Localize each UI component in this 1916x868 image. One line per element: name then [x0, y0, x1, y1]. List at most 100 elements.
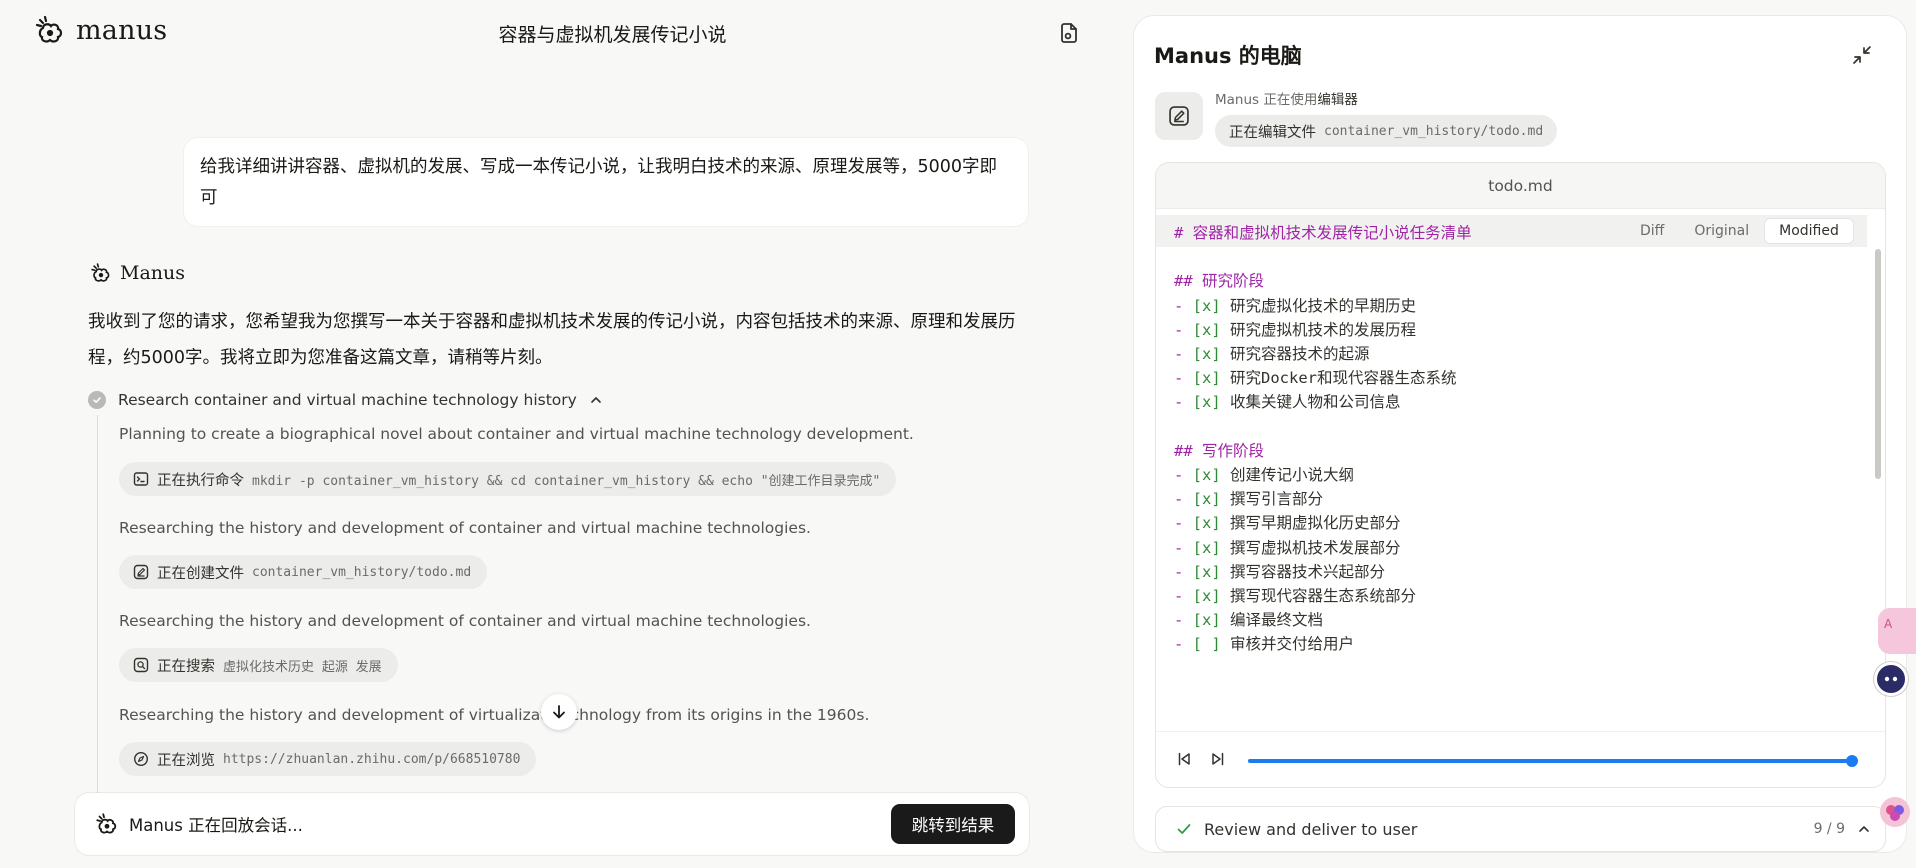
code-line-task: - [x] 创建传记小说大纲: [1174, 463, 1472, 487]
edit-icon: [1169, 106, 1189, 126]
task-text: 撰写容器技术兴起部分: [1230, 562, 1386, 581]
file-tab[interactable]: todo.md: [1156, 163, 1885, 209]
step-done-icon: [88, 391, 106, 409]
playback-controls: [1156, 731, 1885, 787]
code-line-task: - [x] 撰写容器技术兴起部分: [1174, 560, 1472, 584]
code-line-task: - [x] 撰写现代容器生态系统部分: [1174, 584, 1472, 608]
view-mode-modified[interactable]: Modified: [1765, 219, 1853, 243]
code-content: # 容器和虚拟机技术发展传记小说任务清单 ## 研究阶段 - [x] 研究虚拟化技…: [1174, 221, 1472, 657]
user-message-bubble: 给我详细讲讲容器、虚拟机的发展、写成一本传记小说，让我明白技术的来源、原理发展等…: [184, 138, 1028, 226]
list-bullet: -: [1174, 538, 1193, 557]
jump-to-result-button[interactable]: 跳转到结果: [891, 804, 1015, 844]
step-title: Research container and virtual machine t…: [118, 391, 577, 409]
tool-call-verb: 正在浏览: [157, 752, 215, 769]
playback-progress-fill: [1248, 759, 1852, 763]
task-text: 研究Docker和现代容器生态系统: [1230, 369, 1457, 388]
code-line-task: - [x] 撰写虚拟机技术发展部分: [1174, 536, 1472, 560]
task-text: 撰写现代容器生态系统部分: [1230, 587, 1417, 606]
share-icon[interactable]: [1057, 21, 1081, 45]
side-widget-assistant[interactable]: [1874, 662, 1908, 696]
playback-progress-track[interactable]: [1248, 755, 1858, 767]
task-text: 研究虚拟机技术的发展历程: [1230, 320, 1417, 339]
side-widget-translate[interactable]: A: [1878, 608, 1916, 654]
playback-progress-thumb[interactable]: [1846, 755, 1858, 767]
chevron-up-icon[interactable]: [1857, 822, 1871, 836]
code-line-task: - [x] 编译最终文档: [1174, 608, 1472, 632]
svg-text:A: A: [1884, 617, 1893, 631]
scroll-to-bottom-button[interactable]: [541, 694, 577, 730]
view-mode-original[interactable]: Original: [1680, 219, 1763, 243]
skip-back-icon[interactable]: [1176, 751, 1192, 767]
editor-scrollbar[interactable]: [1875, 249, 1881, 479]
side-widget-brain[interactable]: [1880, 797, 1910, 827]
computer-title: Manus 的电脑: [1154, 44, 1302, 68]
task-text: 研究虚拟化技术的早期历史: [1230, 296, 1417, 315]
conversation-pane: manus 容器与虚拟机发展传记小说 给我详细讲讲容器、虚拟机的发展、写成一本传…: [0, 0, 1120, 868]
tool-call-chip[interactable]: 正在执行命令 mkdir -p container_vm_history && …: [119, 462, 897, 496]
code-line-task: - [x] 收集关键人物和公司信息: [1174, 390, 1472, 414]
markdown-heading: ## 研究阶段: [1174, 272, 1264, 291]
skip-forward-icon[interactable]: [1210, 751, 1226, 767]
tool-call-arg: 虚拟化技术历史 起源 发展: [223, 659, 382, 675]
editor-action-chip: 正在编辑文件 container_vm_history/todo.md: [1215, 115, 1558, 147]
code-line-task: - [x] 研究容器技术的起源: [1174, 342, 1472, 366]
chevron-up-icon[interactable]: [589, 393, 603, 407]
timeline-line: [97, 415, 98, 795]
translate-icon: A: [1884, 617, 1893, 631]
task-checkbox: [x]: [1192, 587, 1221, 606]
task-text: 编译最终文档: [1230, 611, 1324, 630]
list-bullet: -: [1174, 611, 1193, 630]
list-bullet: -: [1174, 320, 1193, 339]
step-description: Researching the history and development …: [119, 706, 869, 724]
agent-name: Manus: [120, 262, 186, 284]
step-description-right: chnology from its origins in the 1960s.: [570, 706, 870, 724]
tool-status: Manus 正在使用编辑器: [1215, 88, 1358, 108]
task-checkbox: [x]: [1192, 369, 1221, 388]
task-checkbox: [x]: [1192, 611, 1221, 630]
view-mode-diff[interactable]: Diff: [1626, 219, 1678, 243]
task-checkbox: [x]: [1192, 296, 1221, 315]
tool-status-prefix: Manus 正在使用: [1215, 92, 1318, 108]
computer-panel: Manus 的电脑 Manus 正在使用编辑器 正在编辑文件 container…: [1134, 16, 1906, 852]
code-line-title: # 容器和虚拟机技术发展传记小说任务清单: [1174, 221, 1472, 245]
collapse-icon[interactable]: [1850, 43, 1874, 67]
current-task-row[interactable]: Review and deliver to user 9 / 9: [1155, 806, 1886, 852]
step-description-left: Researching the history and development …: [119, 706, 551, 724]
tool-call-verb: 正在创建文件: [157, 565, 244, 582]
task-checkbox: [x]: [1192, 393, 1221, 412]
code-line-task: - [x] 研究虚拟机技术的发展历程: [1174, 318, 1472, 342]
code-line-task: - [x] 研究Docker和现代容器生态系统: [1174, 366, 1472, 390]
checkmark-icon: [1177, 824, 1191, 834]
list-bullet: -: [1174, 296, 1193, 315]
list-bullet: -: [1174, 514, 1193, 533]
task-text: 审核并交付给用户: [1230, 635, 1355, 654]
code-line-task: - [x] 研究虚拟化技术的早期历史: [1174, 294, 1472, 318]
code-line-heading: ## 写作阶段: [1174, 439, 1472, 463]
step-description: Planning to create a biographical novel …: [119, 425, 914, 443]
step-header[interactable]: Research container and virtual machine t…: [88, 391, 603, 409]
replay-bar: Manus 正在回放会话... 跳转到结果: [75, 793, 1029, 855]
list-bullet: -: [1174, 490, 1193, 509]
compass-icon: [133, 751, 149, 767]
code-line-task: - [x] 撰写引言部分: [1174, 487, 1472, 511]
task-checkbox: [x]: [1192, 320, 1221, 339]
editor-window: todo.md # 容器和虚拟机技术发展传记小说任务清单 ## 研究阶段 - [x…: [1155, 162, 1886, 788]
task-text: 撰写虚拟机技术发展部分: [1230, 538, 1401, 557]
tool-call-arg: mkdir -p container_vm_history && cd cont…: [252, 473, 881, 489]
tool-call-chip[interactable]: 正在搜索 虚拟化技术历史 起源 发展: [119, 648, 398, 682]
tool-call-chip[interactable]: 正在创建文件 container_vm_history/todo.md: [119, 555, 488, 589]
view-mode-switch: Diff Original Modified: [1623, 215, 1856, 247]
editor-action-verb: 正在编辑文件: [1229, 124, 1316, 141]
task-text: 撰写引言部分: [1230, 490, 1324, 509]
editor-body[interactable]: # 容器和虚拟机技术发展传记小说任务清单 ## 研究阶段 - [x] 研究虚拟化技…: [1156, 209, 1885, 725]
task-checkbox: [x]: [1192, 538, 1221, 557]
task-text: 撰写早期虚拟化历史部分: [1230, 514, 1401, 533]
task-checkbox: [ ]: [1192, 635, 1221, 654]
robot-face-icon: [1884, 676, 1898, 682]
list-bullet: -: [1174, 393, 1193, 412]
tool-call-chip[interactable]: 正在浏览 https://zhuanlan.zhihu.com/p/668510…: [119, 742, 537, 776]
task-progress-count: 9 / 9: [1813, 821, 1845, 837]
search-icon: [133, 657, 149, 673]
task-text: 创建传记小说大纲: [1230, 466, 1355, 485]
